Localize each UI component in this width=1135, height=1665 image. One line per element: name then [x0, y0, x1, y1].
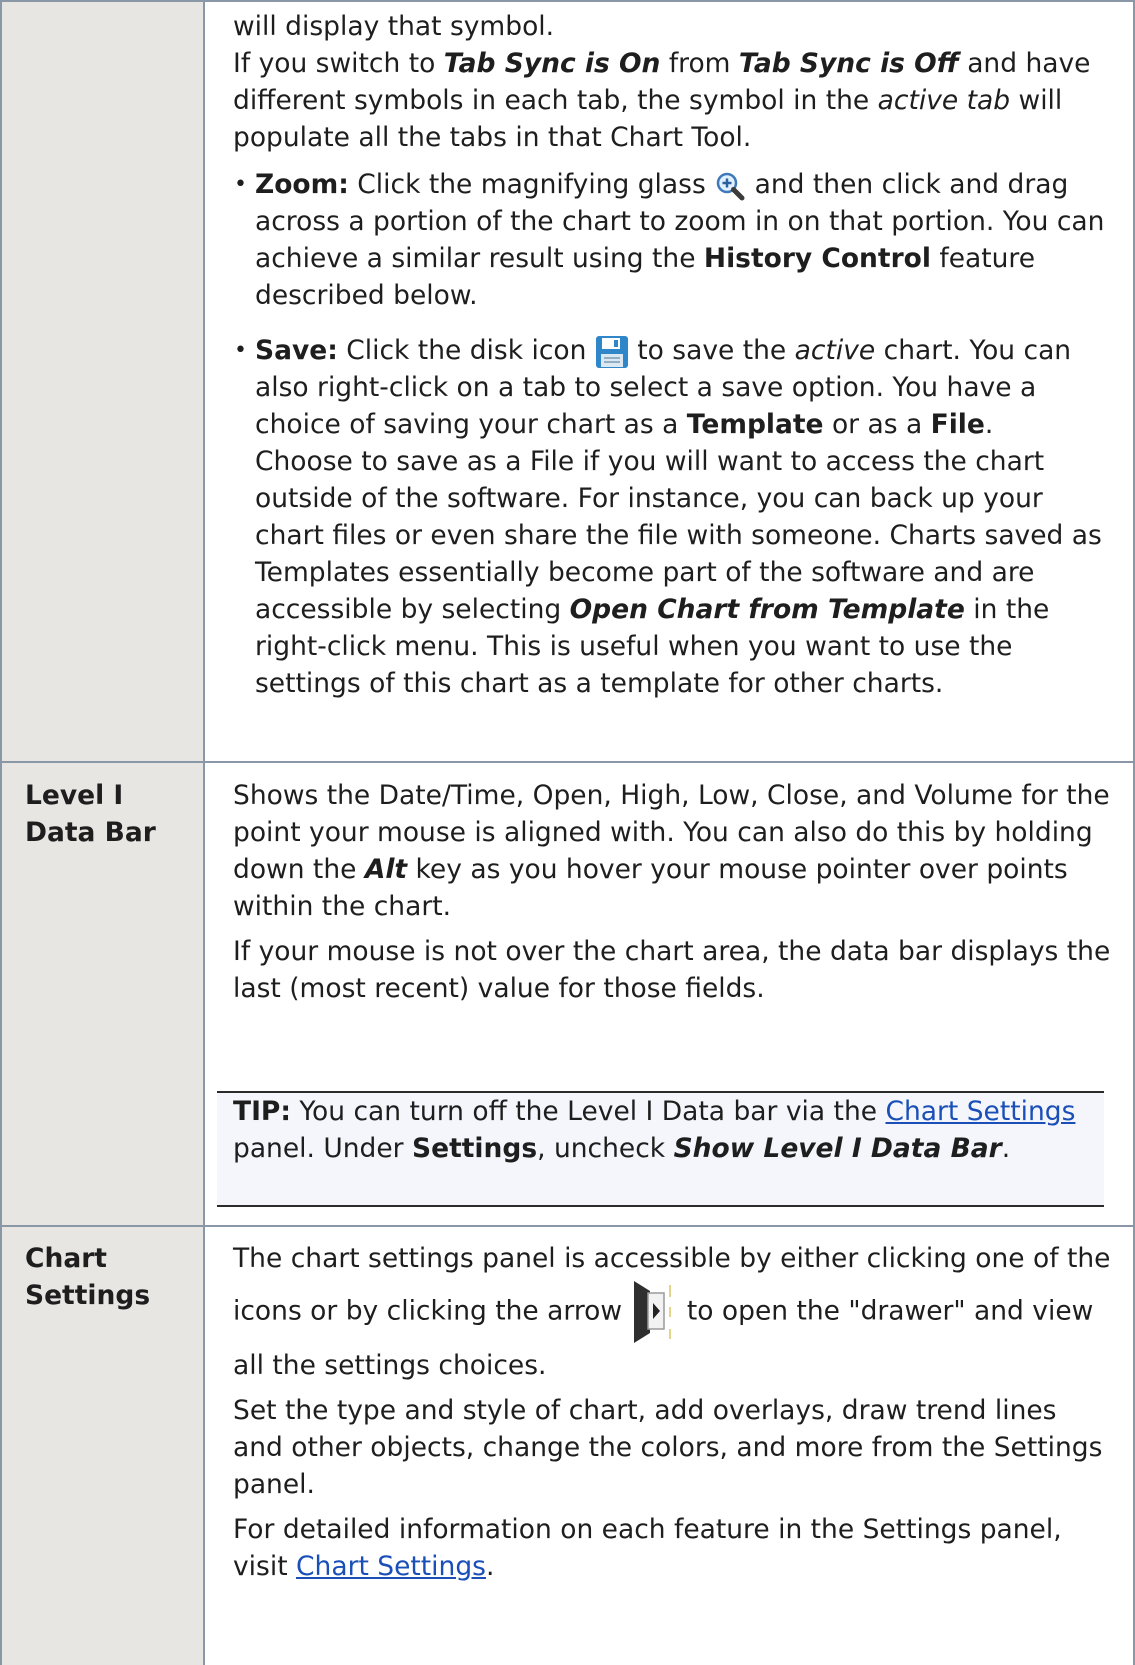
tip-label: TIP:: [233, 1096, 291, 1127]
list-item-save: Save: Click the disk icon to save the ac…: [233, 332, 1113, 702]
alt-key-term: Alt: [364, 854, 408, 885]
tab-sync-paragraph: If you switch to Tab Sync is On from Tab…: [233, 48, 1091, 153]
row-label-level-i-data-bar: Level I Data Bar: [25, 780, 156, 848]
drawer-arrow-icon[interactable]: [630, 1277, 678, 1347]
row-divider-2: [0, 1225, 1135, 1227]
template-term: Template: [686, 409, 824, 440]
chart-settings-link-2[interactable]: Chart Settings: [296, 1551, 486, 1582]
magnifying-glass-icon: [716, 172, 745, 200]
tab-sync-off-term: Tab Sync is Off: [738, 48, 959, 79]
zoom-label: Zoom:: [255, 169, 349, 200]
lead-line: will display that symbol.: [233, 11, 555, 42]
table-left-border: [0, 0, 2, 1665]
active-term: active: [794, 335, 876, 366]
row-label-chart-settings: Chart Settings: [25, 1243, 151, 1311]
chart-settings-paragraph-2: Set the type and style of chart, add ove…: [233, 1395, 1103, 1500]
description-cell-chart-settings: The chart settings panel is accessible b…: [233, 1240, 1113, 1585]
description-cell-toolbar: will display that symbol. If you switch …: [233, 8, 1113, 720]
chart-settings-paragraph-3: For detailed information on each feature…: [233, 1514, 1062, 1582]
data-bar-paragraph-1: Shows the Date/Time, Open, High, Low, Cl…: [233, 780, 1110, 922]
table-top-border: [0, 0, 1135, 2]
file-term: File: [930, 409, 985, 440]
tip-box: TIP: You can turn off the Level I Data b…: [217, 1091, 1104, 1207]
row-divider-1: [0, 761, 1135, 763]
save-label: Save:: [255, 335, 338, 366]
chart-settings-paragraph-1: The chart settings panel is accessible b…: [233, 1243, 1111, 1381]
tab-sync-on-term: Tab Sync is On: [443, 48, 661, 79]
open-chart-from-template-term: Open Chart from Template: [569, 594, 965, 625]
show-level-i-data-bar-term: Show Level I Data Bar: [673, 1133, 1002, 1164]
settings-term: Settings: [412, 1133, 538, 1164]
active-tab-term: active tab: [877, 85, 1011, 116]
disk-icon: [595, 335, 628, 368]
chart-settings-link[interactable]: Chart Settings: [885, 1096, 1075, 1127]
toolbar-feature-list: Zoom: Click the magnifying glass and the…: [233, 166, 1113, 702]
list-item-zoom: Zoom: Click the magnifying glass and the…: [233, 166, 1113, 314]
description-cell-data-bar: Shows the Date/Time, Open, High, Low, Cl…: [233, 777, 1113, 1007]
column-divider: [203, 0, 205, 1665]
data-bar-paragraph-2: If your mouse is not over the chart area…: [233, 936, 1111, 1004]
history-control-term: History Control: [703, 243, 931, 274]
